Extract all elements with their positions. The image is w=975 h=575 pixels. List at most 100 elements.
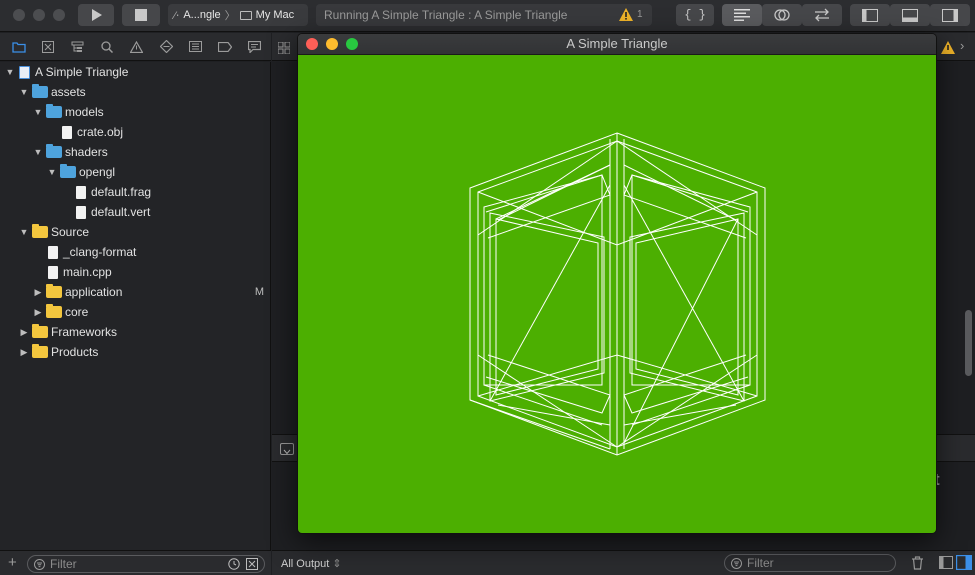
library-button[interactable]: { } [676,4,714,26]
source-control-navigator-tab[interactable] [34,36,64,58]
standard-editor-button[interactable] [722,4,762,26]
related-items-icon[interactable] [277,41,291,55]
test-navigator-tab[interactable] [152,36,182,58]
app-zoom-button[interactable] [346,38,358,50]
navigator-item[interactable]: ▶ Products [0,342,271,362]
disclosure-open-icon[interactable]: ▼ [18,87,30,97]
activity-viewer[interactable]: Running A Simple Triangle : A Simple Tri… [316,4,652,26]
lines-icon [734,9,750,21]
trash-icon[interactable] [911,556,924,570]
opengl-canvas[interactable] [298,55,936,533]
navigator-selector-bar [0,33,271,61]
app-minimize-button[interactable] [326,38,338,50]
zoom-window-button[interactable] [53,9,65,21]
navigator-item-label: Frameworks [51,325,118,339]
navigator-item[interactable]: ▶ core [0,302,271,322]
navigator-item[interactable]: _clang-format [0,242,271,262]
navigator-item[interactable]: ▼ assets [0,82,271,102]
version-editor-button[interactable] [802,4,842,26]
filter-icon [34,559,45,570]
issue-navigator-tab[interactable] [122,36,152,58]
source-control-filter-icon[interactable] [246,558,258,570]
clock-icon[interactable] [228,558,240,570]
chevron-right-icon[interactable]: › [960,38,964,53]
console-view-toggle-icon[interactable] [956,555,972,570]
disclosure-open-icon[interactable]: ▼ [18,227,30,237]
file-icon [48,265,58,279]
disclosure-closed-icon[interactable]: ▶ [32,307,44,318]
folder-icon [32,84,48,98]
navigator-filter-input[interactable]: Filter [27,555,265,573]
warning-icon[interactable] [941,41,955,54]
stop-button[interactable] [122,4,160,26]
console-filter-placeholder: Filter [747,556,774,570]
variables-view-toggle-icon[interactable] [939,556,953,569]
navigator-item[interactable]: main.cpp [0,262,271,282]
find-navigator-tab[interactable] [93,36,123,58]
disclosure-open-icon[interactable]: ▼ [32,107,44,117]
navigator-item-label: crate.obj [77,125,124,139]
hierarchy-icon [71,41,84,52]
run-button[interactable] [78,4,114,26]
project-file-icon [19,65,30,79]
toggle-debug-area-button[interactable] [890,4,930,26]
toggle-inspector-button[interactable] [930,4,970,26]
hide-debug-area-button[interactable] [280,443,294,455]
console-bottom-bar: All Output ⇕ Filter [272,550,975,575]
assistant-editor-button[interactable] [762,4,802,26]
disclosure-open-icon[interactable]: ▼ [32,147,44,157]
add-icon[interactable]: + [8,554,17,571]
navigator-item[interactable]: ▼ Source [0,222,271,242]
navigator-item[interactable]: crate.obj [0,122,271,142]
navigator-item[interactable]: ▶ Frameworks [0,322,271,342]
chevron-right-icon: 〉 [224,10,236,22]
debug-navigator-tab[interactable] [181,36,211,58]
app-window: A Simple Triangle [297,33,937,534]
project-navigator: ▼ A Simple Triangle ▼ assets ▼ models crate.ob… [0,62,271,550]
navigator-item-label: shaders [65,145,108,159]
activity-text: Running A Simple Triangle : A Simple Tri… [324,8,568,22]
editor-scrollbar[interactable] [965,310,972,376]
app-window-title: A Simple Triangle [566,36,668,51]
app-window-titlebar[interactable]: A Simple Triangle [298,34,936,55]
left-panel-icon [862,8,878,22]
group-folder-icon [32,224,48,238]
console-filter-input[interactable]: Filter [724,554,896,572]
disclosure-open-icon[interactable]: ▼ [46,167,58,177]
navigator-item-label: main.cpp [63,265,112,279]
navigator-item[interactable]: ▼ models [0,102,271,122]
navigator-item[interactable]: default.vert [0,202,271,222]
navigator-item-label: core [65,305,89,319]
modified-badge: M [254,286,264,298]
navigator-item[interactable]: ▼ shaders [0,142,271,162]
play-icon [92,9,102,21]
scheme-target: A...ngle [183,9,221,21]
navigator-item-label: models [65,105,104,119]
scheme-selector[interactable]: ⁄⋅ A...ngle 〉 My Mac [168,4,308,26]
scheme-icon: ⁄⋅ [174,9,180,22]
report-navigator-tab[interactable] [240,36,270,58]
symbol-navigator-tab[interactable] [63,36,93,58]
app-close-button[interactable] [306,38,318,50]
toggle-navigator-button[interactable] [850,4,890,26]
warning-icon [619,8,633,21]
navigator-item[interactable]: ▶ application M [0,282,271,302]
disclosure-closed-icon[interactable]: ▶ [32,287,44,298]
breakpoint-icon [218,41,233,52]
group-folder-icon [46,284,62,298]
navigator-item-label: _clang-format [63,245,137,259]
close-window-button[interactable] [13,9,25,21]
navigator-item[interactable]: ▼ opengl [0,162,271,182]
disclosure-closed-icon[interactable]: ▶ [18,347,30,358]
navigator-item[interactable]: ▼ A Simple Triangle [0,62,271,82]
breakpoint-navigator-tab[interactable] [211,36,241,58]
output-selector[interactable]: All Output ⇕ [281,557,342,570]
minimize-window-button[interactable] [33,9,45,21]
disclosure-open-icon[interactable]: ▼ [4,67,16,77]
diamond-icon [159,40,173,53]
project-navigator-tab[interactable] [4,36,34,58]
navigator-item[interactable]: default.frag [0,182,271,202]
group-folder-icon [32,344,48,358]
folder-icon [12,41,26,53]
disclosure-closed-icon[interactable]: ▶ [18,327,30,338]
